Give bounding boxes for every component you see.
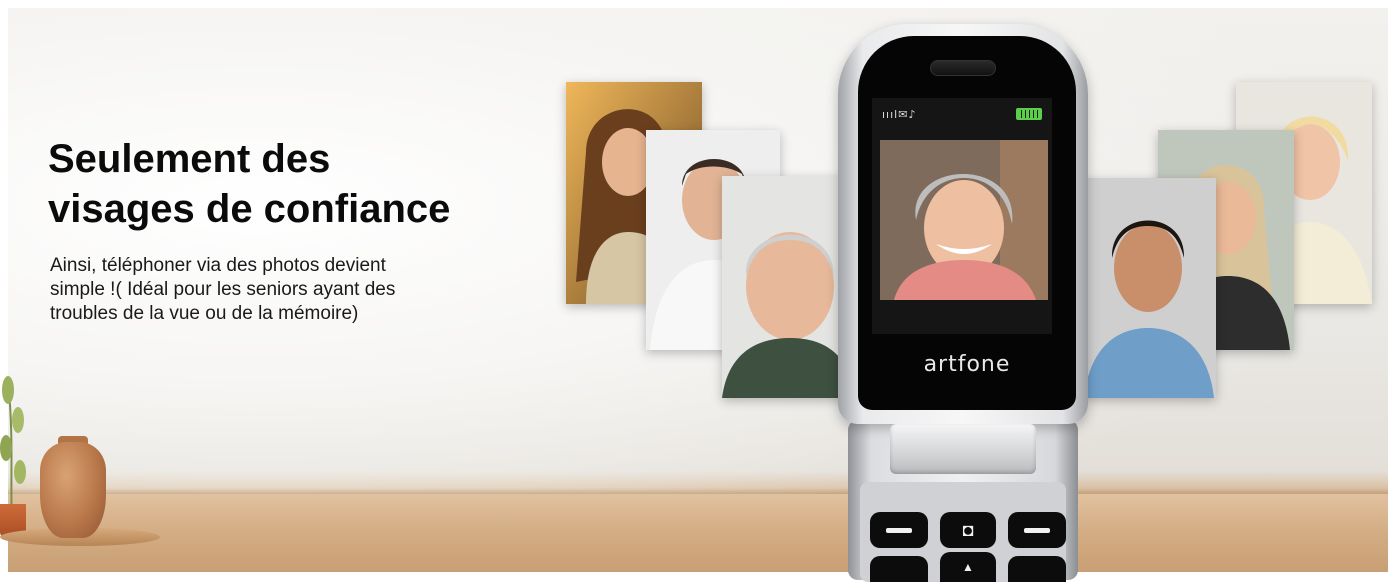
screen-contact-photo-elderly-woman bbox=[880, 140, 1048, 300]
right-soft-key[interactable] bbox=[1008, 512, 1066, 548]
subtext-line-2: simple !( Idéal pour les seniors ayant d… bbox=[50, 279, 396, 300]
signal-message-music-icons: ıııl✉♪ bbox=[882, 107, 917, 121]
headline-line-1: Seulement des bbox=[48, 137, 331, 181]
phone-hinge bbox=[890, 424, 1036, 474]
battery-icon bbox=[1016, 108, 1042, 120]
camera-icon: ◘ bbox=[962, 519, 974, 540]
up-nav-key[interactable]: ▲ bbox=[940, 552, 996, 582]
left-soft-key[interactable] bbox=[870, 512, 928, 548]
right-lower-key[interactable] bbox=[1008, 556, 1066, 582]
headline-line-2: visages de confiance bbox=[48, 187, 451, 231]
earpiece-speaker bbox=[930, 60, 996, 76]
left-lower-key[interactable] bbox=[870, 556, 928, 582]
contact-photo-smiling-man bbox=[1082, 178, 1216, 398]
status-bar: ıııl✉♪ bbox=[872, 98, 1052, 130]
wooden-table bbox=[8, 494, 1388, 572]
clay-vase bbox=[40, 442, 106, 538]
subtext-line-1: Ainsi, téléphoner via des photos devient bbox=[50, 255, 386, 276]
camera-key[interactable]: ◘ bbox=[940, 512, 996, 548]
subtext-line-3: troubles de la vue ou de la mémoire) bbox=[50, 303, 359, 324]
contact-photo-elderly-man bbox=[722, 176, 854, 398]
brand-logo: artfone bbox=[923, 352, 1011, 377]
headline: Seulement des visages de confiance bbox=[48, 134, 568, 234]
subtext: Ainsi, téléphoner via des photos devient… bbox=[50, 254, 520, 326]
